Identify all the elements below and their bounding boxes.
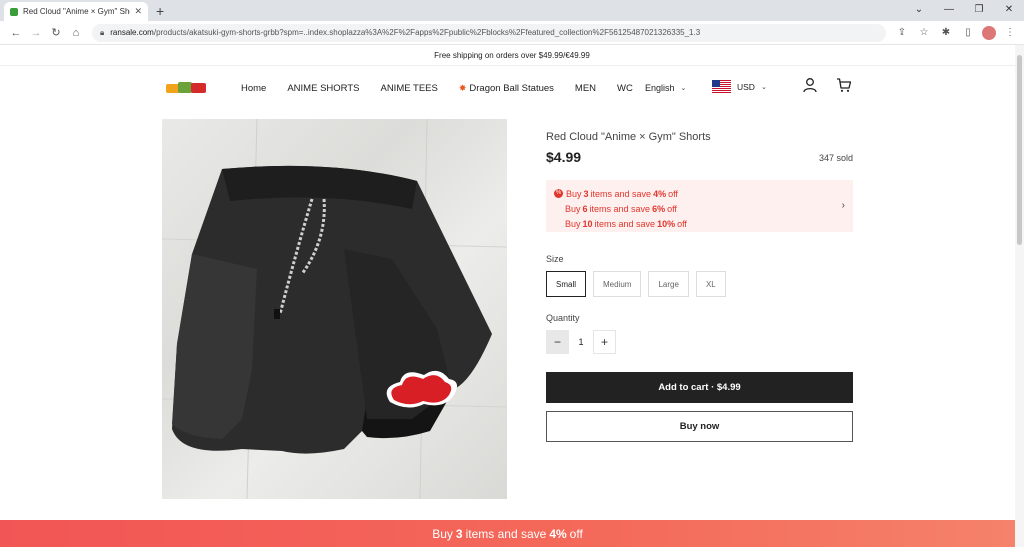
- size-option-large[interactable]: Large: [648, 271, 689, 297]
- back-button[interactable]: ←: [6, 27, 26, 39]
- chevron-down-icon: ⌄: [760, 83, 767, 91]
- star-icon: ✸: [458, 83, 467, 93]
- browser-toolbar: ← → ↻ ⌂ 🔒︎ ransale.com /products/akatsuk…: [0, 21, 1024, 45]
- site-logo[interactable]: [166, 82, 206, 94]
- discount-text: items and save: [590, 188, 652, 199]
- reload-button[interactable]: ↻: [46, 26, 66, 39]
- discount-qty: 3: [583, 188, 589, 199]
- address-bar[interactable]: 🔒︎ ransale.com /products/akatsuki-gym-sh…: [92, 23, 886, 42]
- discount-prefix: Buy: [566, 188, 582, 199]
- product-title: Red Cloud "Anime × Gym" Shorts: [546, 131, 711, 143]
- forward-button[interactable]: →: [26, 27, 46, 39]
- discount-suffix: off: [677, 218, 687, 229]
- profile-avatar[interactable]: [982, 25, 996, 40]
- discount-percent: 4%: [653, 188, 667, 199]
- minimize-button[interactable]: —: [934, 4, 964, 15]
- window-controls: ⌄ — ❐ ✕: [904, 0, 1024, 19]
- size-label: Size: [546, 254, 564, 264]
- discount-text: items and save: [594, 218, 656, 229]
- sold-count: 347 sold: [818, 153, 853, 163]
- restore-button[interactable]: ❐: [964, 4, 994, 15]
- discount-percent: 6%: [652, 203, 666, 214]
- new-tab-button[interactable]: +: [156, 3, 164, 19]
- discount-qty: 10: [582, 218, 593, 229]
- extensions-icon[interactable]: ✱: [938, 27, 954, 38]
- url-host: ransale.com: [110, 28, 154, 37]
- quantity-stepper: − 1 +: [546, 330, 616, 354]
- quantity-label: Quantity: [546, 313, 580, 323]
- discount-suffix: off: [667, 203, 677, 214]
- us-flag-icon: [712, 80, 731, 93]
- nav-item-anime-tees[interactable]: ANIME TEES: [380, 83, 437, 94]
- size-option-xl[interactable]: XL: [695, 271, 726, 297]
- menu-kebab-icon[interactable]: ⋮: [1002, 27, 1018, 38]
- banner-qty: 3: [455, 526, 463, 541]
- banner-text: items and save: [465, 526, 547, 541]
- add-to-cart-button[interactable]: Add to cart · $4.99: [546, 372, 853, 403]
- page: Free shipping on orders over $49.99/€49.…: [0, 45, 1024, 547]
- discount-row: Buy 6 items and save 6% off: [554, 201, 845, 216]
- announcement-bar: Free shipping on orders over $49.99/€49.…: [0, 45, 1024, 66]
- discount-badge-icon: %: [554, 189, 563, 198]
- nav-item-dragon-ball-statues[interactable]: ✸ Dragon Ball Statues: [459, 83, 554, 94]
- discount-row: % Buy 3 items and save 4% off: [554, 186, 845, 201]
- increase-quantity-button[interactable]: +: [593, 330, 616, 354]
- close-tab-icon[interactable]: ✕: [134, 6, 142, 17]
- bookmark-star-icon[interactable]: ☆: [916, 27, 932, 38]
- banner-suffix: off: [569, 526, 583, 541]
- size-options: Small Medium Large XL: [546, 271, 726, 297]
- site-favicon-icon: [10, 7, 18, 16]
- home-button[interactable]: ⌂: [66, 27, 86, 39]
- quantity-value[interactable]: 1: [569, 330, 593, 354]
- decrease-quantity-button[interactable]: −: [546, 330, 569, 354]
- nav-item-wc[interactable]: WC: [617, 83, 633, 94]
- language-selector[interactable]: English ⌄: [645, 83, 686, 93]
- site-header: Home ANIME SHORTS ANIME TEES ✸ Dragon Ba…: [0, 66, 1024, 115]
- discount-percent: 10%: [657, 218, 676, 229]
- shorts-illustration: [162, 119, 507, 499]
- banner-prefix: Buy: [432, 526, 453, 541]
- product-price: $4.99: [546, 149, 582, 165]
- account-icon[interactable]: [802, 77, 818, 93]
- chevron-right-icon[interactable]: ›: [842, 200, 845, 211]
- buy-now-button[interactable]: Buy now: [546, 411, 853, 442]
- page-scrollbar[interactable]: [1015, 45, 1024, 547]
- product-image[interactable]: [162, 119, 507, 499]
- main-nav: Home ANIME SHORTS ANIME TEES ✸ Dragon Ba…: [241, 83, 654, 94]
- browser-tab[interactable]: Red Cloud "Anime × Gym" Shorts ✕: [4, 2, 148, 21]
- close-window-button[interactable]: ✕: [994, 4, 1024, 15]
- currency-label: USD: [737, 81, 755, 92]
- cart-icon[interactable]: [836, 77, 852, 93]
- discount-text: items and save: [589, 203, 651, 214]
- side-panel-icon[interactable]: ▯: [960, 27, 976, 38]
- currency-selector[interactable]: USD ⌄: [712, 80, 767, 93]
- size-option-medium[interactable]: Medium: [593, 271, 642, 297]
- nav-item-home[interactable]: Home: [241, 83, 266, 94]
- discount-prefix: Buy: [565, 218, 581, 229]
- tab-title: Red Cloud "Anime × Gym" Shorts: [23, 7, 130, 16]
- size-option-small[interactable]: Small: [546, 271, 587, 297]
- discount-prefix: Buy: [565, 203, 581, 214]
- banner-percent: 4%: [549, 526, 567, 541]
- lock-icon[interactable]: 🔒︎: [100, 28, 104, 38]
- scrollbar-thumb[interactable]: [1017, 55, 1022, 245]
- url-path: /products/akatsuki-gym-shorts-grbb?spm=.…: [153, 28, 701, 37]
- browser-tab-bar: Red Cloud "Anime × Gym" Shorts ✕ + ⌄ — ❐…: [0, 0, 1024, 21]
- discount-qty: 6: [582, 203, 588, 214]
- share-icon[interactable]: ⇪: [894, 27, 910, 38]
- discount-banner[interactable]: Buy 3 items and save 4% off: [0, 520, 1015, 547]
- nav-item-men[interactable]: MEN: [575, 83, 596, 94]
- language-label: English: [645, 83, 675, 93]
- discount-suffix: off: [668, 188, 678, 199]
- bulk-discount-panel[interactable]: % Buy 3 items and save 4% off Buy 6 item…: [546, 180, 853, 232]
- discount-row: Buy 10 items and save 10% off: [554, 216, 845, 231]
- nav-item-anime-shorts[interactable]: ANIME SHORTS: [287, 83, 359, 94]
- nav-item-label: Dragon Ball Statues: [469, 83, 554, 94]
- chevron-down-icon[interactable]: ⌄: [904, 4, 934, 15]
- chevron-down-icon: ⌄: [680, 85, 687, 92]
